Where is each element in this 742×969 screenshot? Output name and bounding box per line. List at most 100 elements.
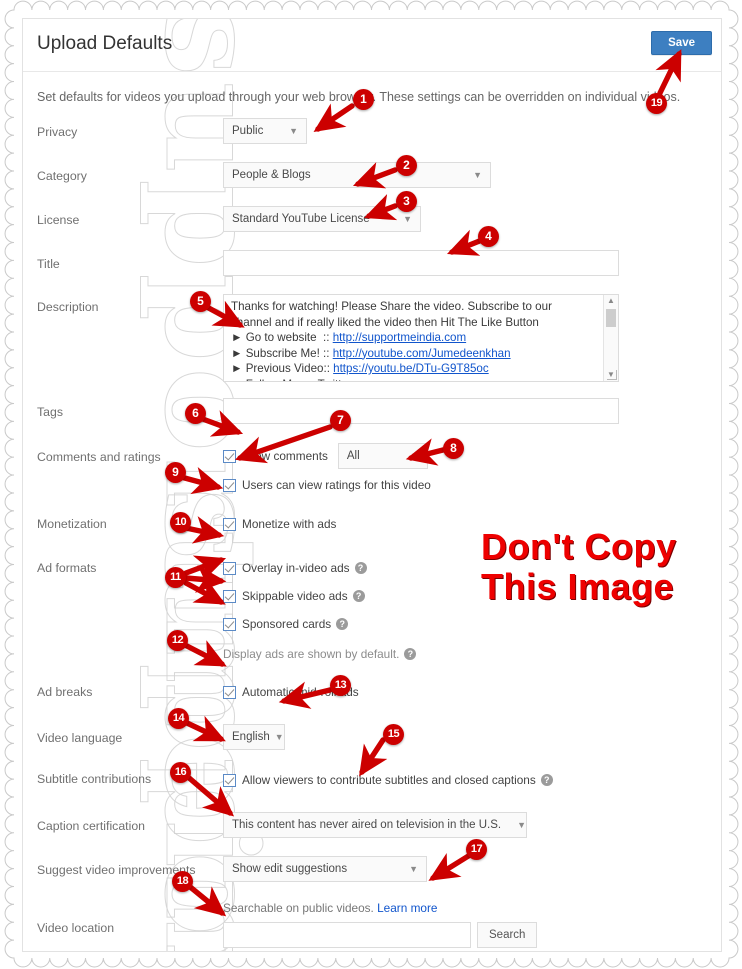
monetize-row: Monetize with ads <box>223 512 721 536</box>
skippable-ads-checkbox[interactable] <box>223 589 236 603</box>
chevron-down-icon: ▼ <box>409 450 419 461</box>
skippable-ads-label: Skippable video ads <box>242 589 348 603</box>
category-value: People & Blogs <box>232 169 311 181</box>
sponsored-cards-checkbox[interactable] <box>223 617 236 631</box>
help-icon[interactable]: ? <box>354 562 367 574</box>
tags-input[interactable] <box>223 398 619 424</box>
video-language-dropdown[interactable]: English ▼ <box>223 724 285 750</box>
view-ratings-checkbox[interactable] <box>223 478 236 492</box>
row-privacy: Privacy Public ▼ <box>23 118 721 148</box>
help-icon[interactable]: ? <box>352 590 365 602</box>
desc-link-subscribe[interactable]: http://youtube.com/Jumedeenkhan <box>333 347 511 360</box>
comments-filter-value: All <box>346 450 360 462</box>
description-text: Thanks for watching! Please Share the vi… <box>231 299 601 382</box>
label-video-language: Video language <box>37 731 123 745</box>
view-ratings-row: Users can view ratings for this video <box>223 473 721 497</box>
desc-link-previous-video[interactable]: https://youtu.be/DTu-G9T85oc <box>333 362 489 375</box>
midroll-ads-row: Automatic mid-roll ads <box>223 680 721 704</box>
row-caption-certification: Caption certification This content has n… <box>23 812 721 842</box>
chevron-down-icon: ▼ <box>289 125 298 136</box>
label-tags: Tags <box>37 405 63 419</box>
desc-line-2: channel and if really liked the video th… <box>231 315 539 329</box>
settings-form: Privacy Public ▼ Category People & Blogs… <box>23 118 721 951</box>
label-caption-certification: Caption certification <box>37 819 145 833</box>
label-comments-ratings: Comments and ratings <box>37 450 161 464</box>
resize-grip-icon[interactable] <box>607 370 617 380</box>
row-ad-formats: Ad formats Overlay in-video ads ? Skippa… <box>23 556 721 666</box>
allow-comments-checkbox[interactable] <box>223 449 236 463</box>
chevron-down-icon: ▼ <box>517 819 527 830</box>
video-location-note: Searchable on public videos. Learn more <box>223 901 721 915</box>
desc-line-4-prefix: ► Subscribe Me! :: <box>231 346 333 360</box>
row-description: Description Thanks for watching! Please … <box>23 294 721 382</box>
display-ads-note-row: Display ads are shown by default. ? <box>223 642 721 666</box>
row-monetization: Monetization Monetize with ads <box>23 512 721 542</box>
help-icon[interactable]: ? <box>540 774 553 786</box>
chevron-down-icon: ▼ <box>473 169 482 180</box>
allow-subtitles-row: Allow viewers to contribute subtitles an… <box>223 768 721 792</box>
monetize-label: Monetize with ads <box>242 517 337 531</box>
caption-certification-dropdown[interactable]: This content has never aired on televisi… <box>223 812 527 838</box>
row-ad-breaks: Ad breaks Automatic mid-roll ads <box>23 680 721 710</box>
allow-comments-row: Allow comments All ▼ <box>223 443 721 469</box>
chevron-down-icon: ▼ <box>274 731 284 742</box>
label-category: Category <box>37 169 87 183</box>
learn-more-link[interactable]: Learn more <box>377 901 437 915</box>
category-dropdown[interactable]: People & Blogs ▼ <box>223 162 491 188</box>
page-header: Upload Defaults Save <box>23 19 721 72</box>
skippable-ads-row: Skippable video ads ? <box>223 584 721 608</box>
suggest-improvements-value: Show edit suggestions <box>232 863 348 875</box>
allow-subtitles-checkbox[interactable] <box>223 773 236 787</box>
settings-page: supportmeindia supportmeindia Upload Def… <box>22 18 722 952</box>
comments-filter-dropdown[interactable]: All ▼ <box>337 443 428 469</box>
label-description: Description <box>37 300 99 314</box>
row-subtitle-contributions: Subtitle contributions Allow viewers to … <box>23 768 721 798</box>
row-video-location: Video location Searchable on public vide… <box>23 901 721 948</box>
description-textarea[interactable]: Thanks for watching! Please Share the vi… <box>223 294 619 382</box>
midroll-ads-label: Automatic mid-roll ads <box>242 685 359 699</box>
overlay-ads-row: Overlay in-video ads ? <box>223 556 721 580</box>
privacy-value: Public <box>232 125 264 137</box>
help-icon[interactable]: ? <box>336 618 349 630</box>
description-scrollbar[interactable]: ▲ ▼ <box>603 295 618 381</box>
label-monetization: Monetization <box>37 517 107 531</box>
video-location-search-row: Search <box>223 922 721 948</box>
video-location-note-text: Searchable on public videos. <box>223 901 378 915</box>
desc-line-6: ► Follow Me on Twitter :: <box>231 378 361 382</box>
label-title: Title <box>37 257 60 271</box>
row-title: Title <box>23 250 721 280</box>
title-input[interactable] <box>223 250 619 276</box>
suggest-improvements-dropdown[interactable]: Show edit suggestions ▼ <box>223 856 427 882</box>
desc-line-1: Thanks for watching! Please Share the vi… <box>231 300 552 313</box>
scroll-up-icon[interactable]: ▲ <box>604 295 618 307</box>
overlay-ads-label: Overlay in-video ads <box>242 561 350 575</box>
row-comments-ratings: Comments and ratings Allow comments All … <box>23 443 721 497</box>
desc-line-3-prefix: ► Go to website :: <box>231 331 333 344</box>
save-button[interactable]: Save <box>651 31 712 55</box>
privacy-dropdown[interactable]: Public ▼ <box>223 118 307 144</box>
chevron-down-icon: ▼ <box>403 213 412 224</box>
sponsored-cards-row: Sponsored cards ? <box>223 612 721 636</box>
search-button[interactable]: Search <box>477 922 538 948</box>
sponsored-cards-label: Sponsored cards <box>242 617 332 631</box>
label-ad-formats: Ad formats <box>37 561 97 575</box>
license-dropdown[interactable]: Standard YouTube License ▼ <box>223 206 421 232</box>
page-title: Upload Defaults <box>37 33 173 54</box>
row-video-language: Video language English ▼ <box>23 724 721 754</box>
chevron-down-icon: ▼ <box>409 863 418 874</box>
row-category: Category People & Blogs ▼ <box>23 162 721 192</box>
video-location-input[interactable] <box>223 922 471 948</box>
label-subtitle-contributions: Subtitle contributions <box>37 772 152 786</box>
scrollbar-thumb[interactable] <box>606 309 616 327</box>
label-ad-breaks: Ad breaks <box>37 685 93 699</box>
monetize-checkbox[interactable] <box>223 517 236 531</box>
label-suggest-improvements: Suggest video improvements <box>37 863 196 877</box>
desc-link-website[interactable]: http://supportmeindia.com <box>333 331 466 344</box>
row-license: License Standard YouTube License ▼ <box>23 206 721 236</box>
row-tags: Tags <box>23 398 721 428</box>
midroll-ads-checkbox[interactable] <box>223 685 236 699</box>
overlay-ads-checkbox[interactable] <box>223 561 236 575</box>
help-icon[interactable]: ? <box>404 648 417 660</box>
row-suggest-improvements: Suggest video improvements Show edit sug… <box>23 856 721 886</box>
intro-text: Set defaults for videos you upload throu… <box>37 90 681 104</box>
